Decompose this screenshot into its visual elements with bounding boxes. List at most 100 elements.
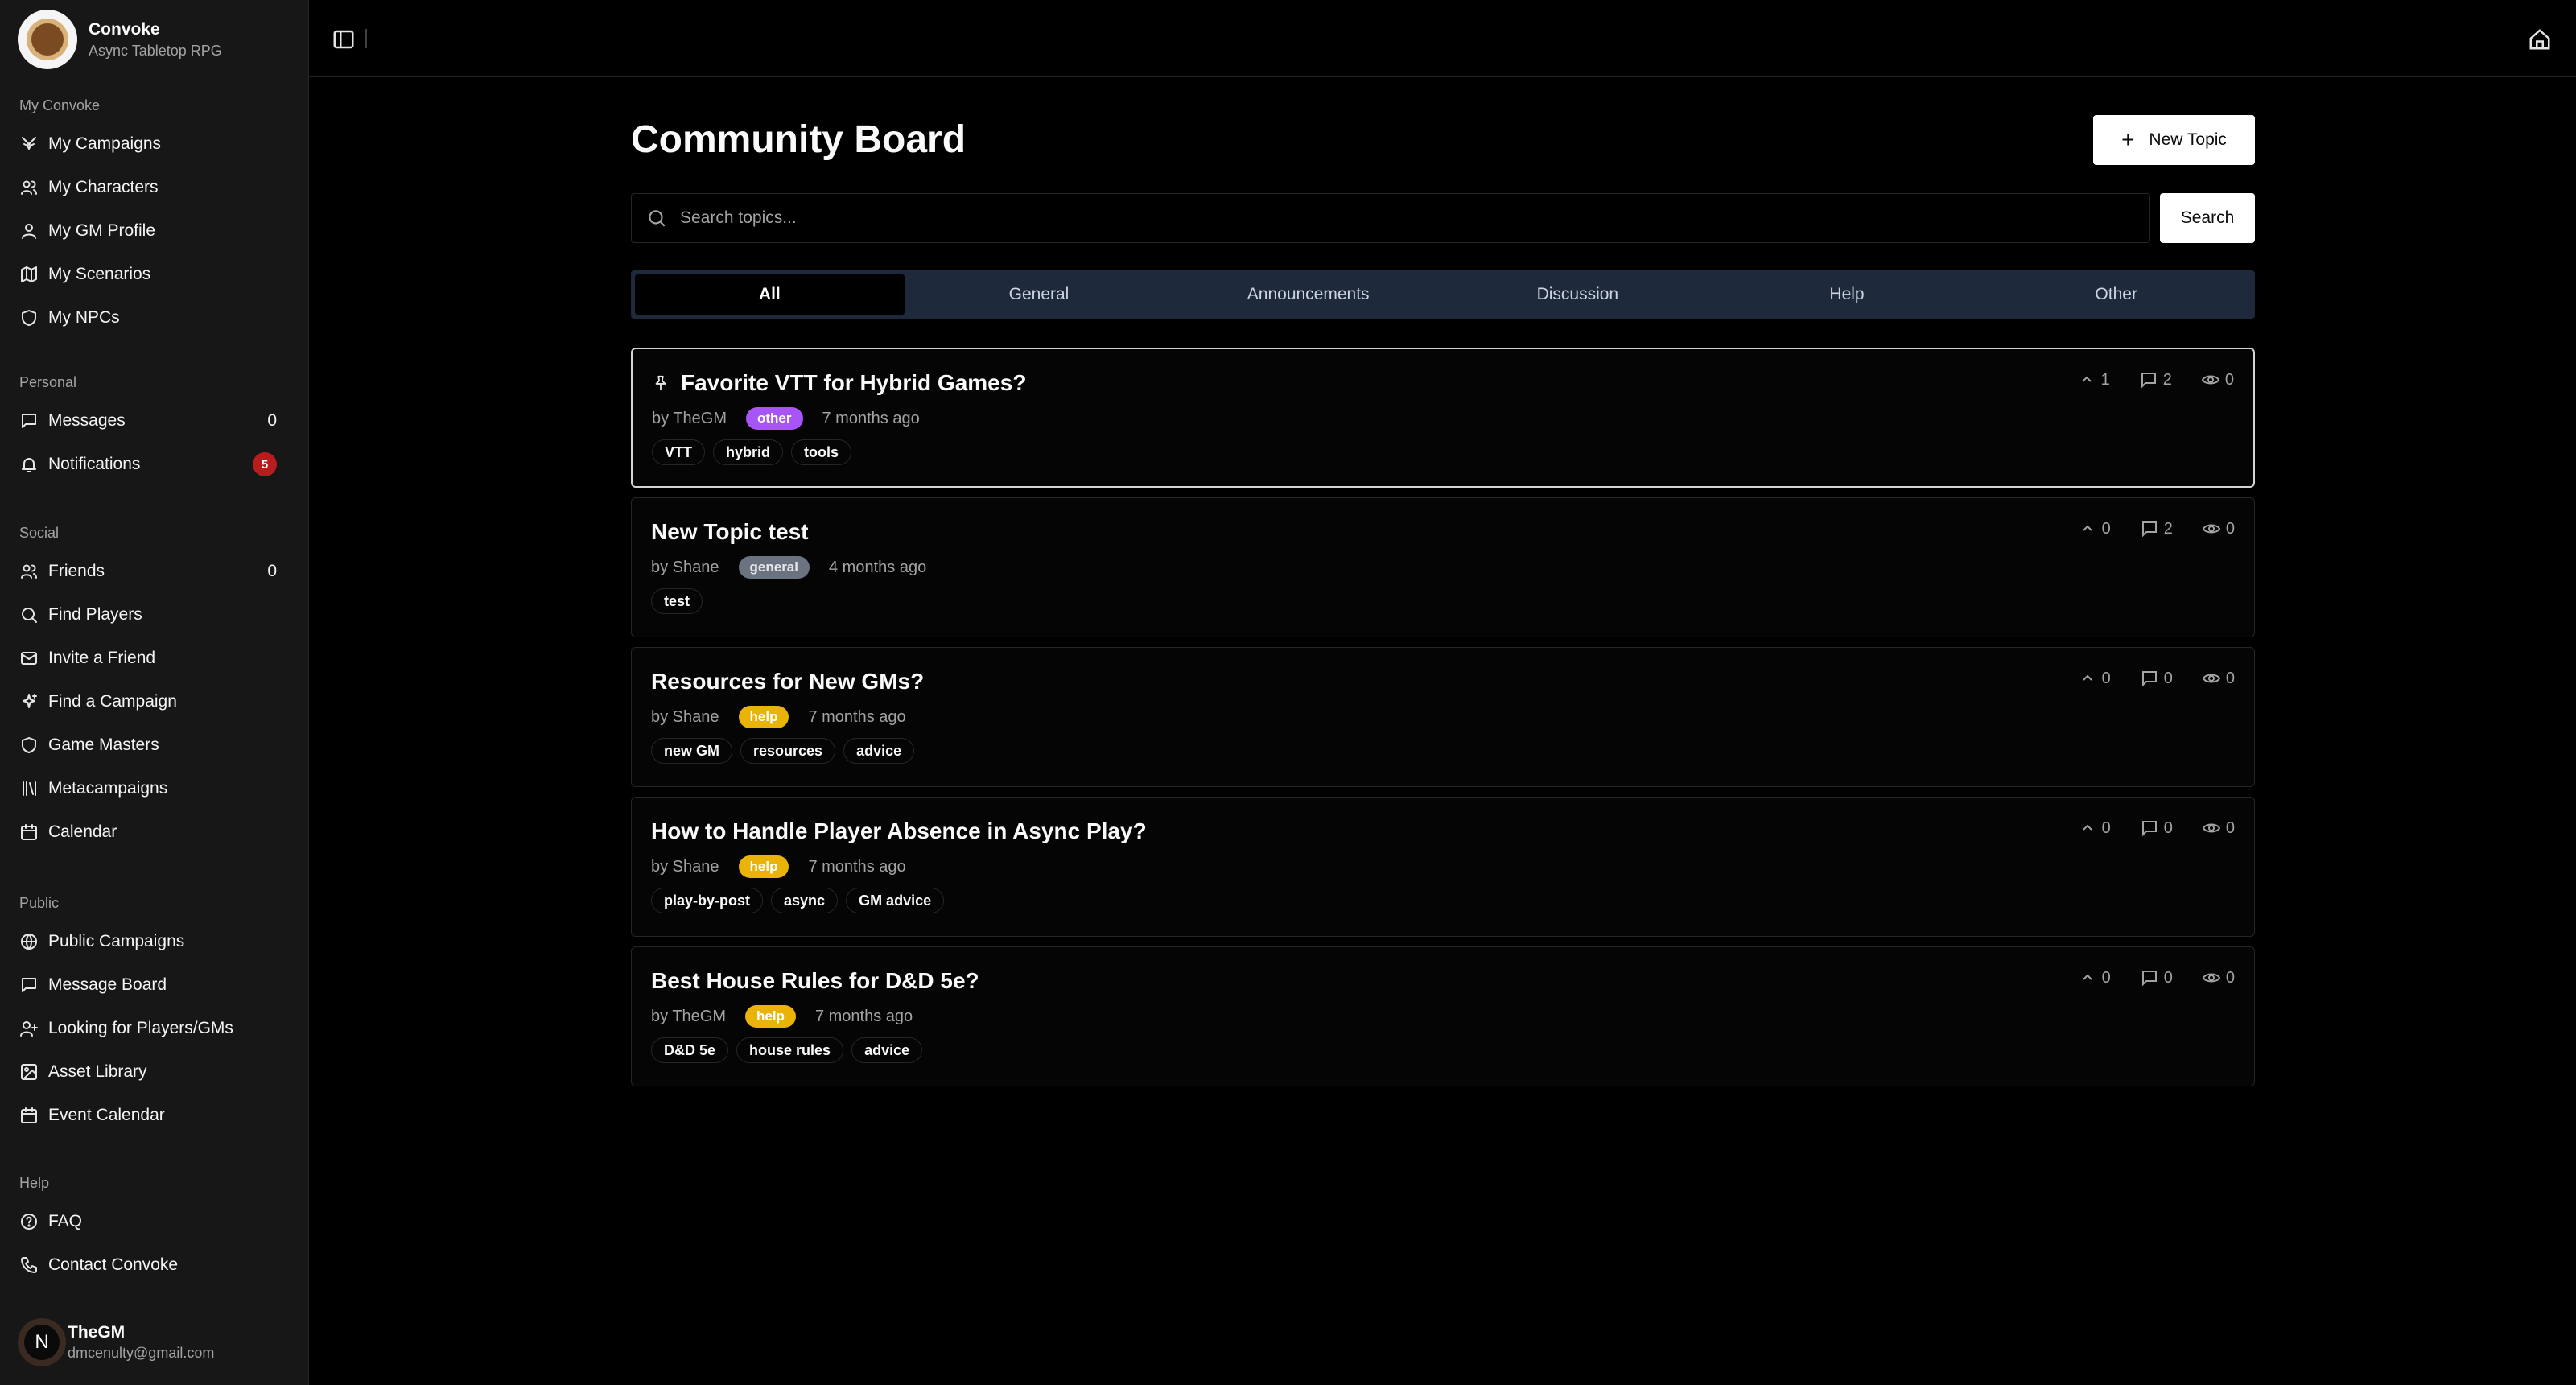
topic-title[interactable]: How to Handle Player Absence in Async Pl… — [651, 818, 1147, 844]
sidebar-item-my-characters[interactable]: My Characters — [13, 168, 296, 207]
topic-card[interactable]: New Topic test by Shane general 4 months ag… — [631, 497, 2255, 637]
new-topic-button[interactable]: + New Topic — [2093, 115, 2255, 165]
topic-title[interactable]: Resources for New GMs? — [651, 669, 924, 695]
topic-card[interactable]: Best House Rules for D&D 5e? by TheGM help… — [631, 946, 2255, 1086]
sidebar-item-invite-a-friend[interactable]: Invite a Friend — [13, 639, 296, 678]
sidebar-item-looking-for-players-gms[interactable]: Looking for Players/GMs — [13, 1009, 296, 1048]
eye-icon — [2202, 524, 2220, 534]
brand-subtitle: Async Tabletop RPG — [89, 43, 222, 59]
sidebar-item-label: Friends — [48, 562, 105, 580]
topic-stats: 0 2 0 — [2049, 519, 2235, 538]
user-profile[interactable]: N TheGM dmcenulty@gmail.com — [18, 1318, 214, 1366]
bell-icon — [22, 458, 36, 472]
reply-count: 0 — [2163, 669, 2173, 687]
tag-chip[interactable]: D&D 5e — [651, 1037, 729, 1063]
topic-meta: by Shane general 4 months ago — [651, 556, 926, 579]
tab-general[interactable]: General — [905, 274, 1174, 315]
home-icon[interactable] — [2528, 27, 2552, 52]
reply-count: 0 — [2163, 818, 2173, 837]
tag-chip[interactable]: VTT — [652, 439, 705, 465]
users-icon — [21, 564, 37, 579]
topic-title[interactable]: Best House Rules for D&D 5e? — [651, 968, 979, 994]
nav-group-label-my-convoke: My Convoke — [19, 97, 101, 113]
sidebar-item-label: Message Board — [48, 975, 167, 994]
sidebar-item-label: Messages — [48, 411, 126, 430]
sidebar-item-friends[interactable]: Friends 0 — [13, 552, 296, 591]
eye-icon — [2202, 973, 2220, 983]
sidebar-item-label: My Campaigns — [48, 134, 162, 153]
vote-stat[interactable]: 0 — [2078, 669, 2111, 688]
reply-count: 2 — [2163, 519, 2173, 538]
tag-chip[interactable]: house rules — [736, 1037, 844, 1063]
vote-stat[interactable]: 0 — [2078, 818, 2111, 838]
sidebar-item-metacampaigns[interactable]: Metacampaigns — [13, 769, 296, 808]
sidebar-item-event-calendar[interactable]: Event Calendar — [13, 1096, 296, 1135]
sidebar-item-my-npcs[interactable]: My NPCs — [13, 299, 296, 337]
tab-help[interactable]: Help — [1713, 274, 1982, 315]
topic-tags: D&D 5e house rules advice — [651, 1037, 930, 1063]
sidebar-item-my-gm-profile[interactable]: My GM Profile — [13, 212, 296, 250]
tag-chip[interactable]: test — [651, 588, 703, 614]
tag-chip[interactable]: new GM — [651, 738, 733, 764]
topic-card[interactable]: Resources for New GMs? by Shane help 7 mont… — [631, 647, 2255, 787]
nav-group-label-personal: Personal — [19, 374, 77, 390]
sidebar-item-messages[interactable]: Messages 0 — [13, 402, 296, 440]
tag-chip[interactable]: advice — [843, 738, 915, 764]
sidebar-item-find-players[interactable]: Find Players — [13, 596, 296, 634]
topic-card[interactable]: How to Handle Player Absence in Async Pl… — [631, 797, 2255, 937]
sidebar: Convoke Async Tabletop RPG My Convoke My … — [0, 0, 309, 1385]
tag-chip[interactable]: advice — [851, 1037, 923, 1063]
topic-author: by Shane — [651, 707, 719, 726]
tag-chip[interactable]: async — [771, 888, 839, 913]
sidebar-item-find-a-campaign[interactable]: Find a Campaign — [13, 682, 296, 721]
message-icon — [22, 978, 36, 992]
comment-icon — [2141, 671, 2157, 687]
tag-chip[interactable]: hybrid — [713, 439, 784, 465]
eye-icon — [2201, 375, 2219, 385]
sidebar-item-label: Game Masters — [48, 736, 159, 754]
topic-card[interactable]: Favorite VTT for Hybrid Games? by TheGM ot… — [631, 348, 2255, 488]
view-stat: 0 — [2202, 968, 2235, 987]
sidebar-item-calendar[interactable]: Calendar — [13, 813, 296, 851]
vote-stat[interactable]: 1 — [2077, 370, 2110, 390]
topic-title[interactable]: New Topic test — [651, 519, 809, 545]
reply-stat: 0 — [2140, 669, 2173, 688]
sidebar-item-label: Looking for Players/GMs — [48, 1019, 233, 1037]
shield-icon — [22, 310, 36, 326]
topic-meta: by TheGM other 7 months ago — [652, 407, 920, 430]
tab-other[interactable]: Other — [1981, 274, 2251, 315]
tag-chip[interactable]: GM advice — [846, 888, 945, 913]
sidebar-item-label: My NPCs — [48, 308, 120, 327]
brand[interactable]: Convoke Async Tabletop RPG — [18, 10, 222, 69]
sidebar-toggle-icon[interactable] — [332, 27, 356, 52]
sidebar-item-message-board[interactable]: Message Board — [13, 966, 296, 1004]
search-button[interactable]: Search — [2160, 193, 2255, 243]
help-circle-icon — [21, 1214, 37, 1230]
topic-author: by TheGM — [651, 1007, 726, 1025]
sidebar-item-my-scenarios[interactable]: My Scenarios — [13, 255, 296, 294]
comment-icon — [2141, 971, 2157, 987]
vote-stat[interactable]: 0 — [2078, 968, 2111, 987]
search-input[interactable] — [680, 208, 2149, 228]
sidebar-item-label: FAQ — [48, 1212, 83, 1230]
sidebar-item-notifications[interactable]: Notifications 5 — [13, 445, 296, 484]
sidebar-item-contact-convoke[interactable]: Contact Convoke — [13, 1246, 296, 1284]
sidebar-item-game-masters[interactable]: Game Masters — [13, 726, 296, 765]
topic-meta: by Shane help 7 months ago — [651, 855, 906, 878]
tag-chip[interactable]: resources — [740, 738, 836, 764]
topic-tags: play-by-post async GM advice — [651, 888, 952, 913]
tab-announcements[interactable]: Announcements — [1173, 274, 1443, 315]
new-topic-label: New Topic — [2149, 130, 2227, 149]
tag-chip[interactable]: tools — [791, 439, 852, 465]
vote-stat[interactable]: 0 — [2078, 519, 2111, 538]
tag-chip[interactable]: play-by-post — [651, 888, 764, 913]
chevron-up-icon — [2082, 824, 2092, 831]
view-stat: 0 — [2202, 519, 2235, 538]
tab-all[interactable]: All — [635, 274, 905, 315]
sidebar-item-faq[interactable]: FAQ — [13, 1202, 296, 1241]
sidebar-item-my-campaigns[interactable]: My Campaigns — [13, 125, 296, 163]
topic-title[interactable]: Favorite VTT for Hybrid Games? — [652, 370, 1026, 396]
sidebar-item-public-campaigns[interactable]: Public Campaigns — [13, 922, 296, 961]
tab-discussion[interactable]: Discussion — [1443, 274, 1713, 315]
sidebar-item-asset-library[interactable]: Asset Library — [13, 1053, 296, 1091]
